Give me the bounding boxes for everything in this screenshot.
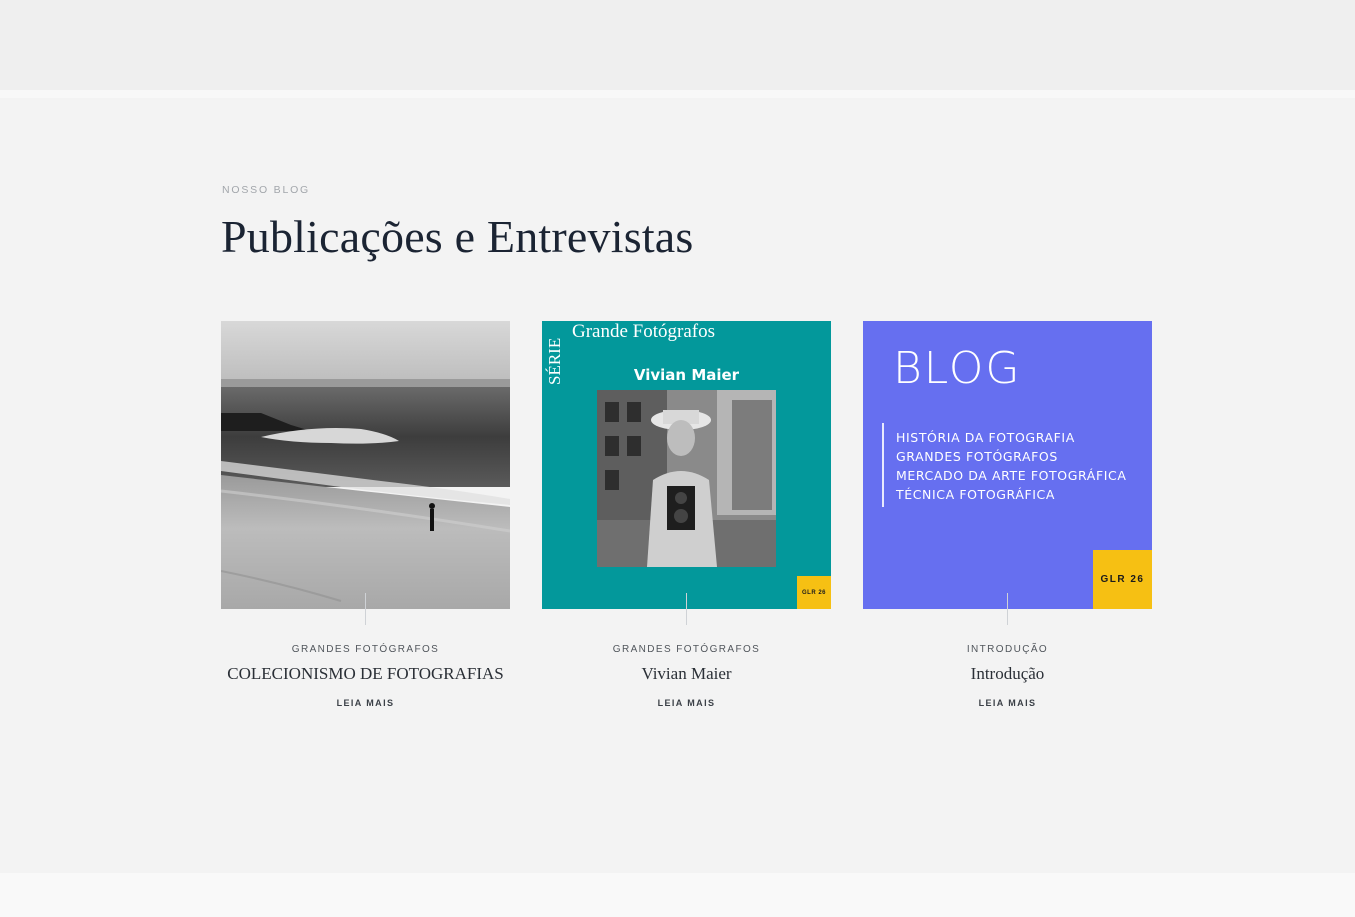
card-category[interactable]: INTRODUÇÃO	[863, 644, 1152, 655]
topic-item: MERCADO DA ARTE FOTOGRÁFICA	[896, 468, 1127, 483]
card-image-vivian-maier[interactable]: SÉRIE Grande Fotógrafos Vivian Maier GLR…	[542, 321, 831, 609]
topics-rule	[882, 423, 884, 507]
topic-item: GRANDES FOTÓGRAFOS	[896, 449, 1058, 464]
beach-photo	[221, 321, 510, 609]
card-image-blog[interactable]: BLOG HISTÓRIA DA FOTOGRAFIA GRANDES FOTÓ…	[863, 321, 1152, 609]
blog-heading: BLOG	[893, 343, 1022, 394]
bottom-band	[0, 873, 1355, 917]
read-more-link[interactable]: LEIA MAIS	[542, 698, 831, 708]
card-title[interactable]: COLECIONISMO DE FOTOGRAFIAS	[221, 664, 510, 684]
top-band	[0, 0, 1355, 90]
blog-card-1[interactable]: GRANDES FOTÓGRAFOS COLECIONISMO DE FOTOG…	[221, 321, 510, 708]
card-category[interactable]: GRANDES FOTÓGRAFOS	[542, 644, 831, 655]
card-stem	[686, 593, 687, 625]
card-title[interactable]: Vivian Maier	[542, 664, 831, 684]
topic-item: HISTÓRIA DA FOTOGRAFIA	[896, 430, 1075, 445]
read-more-link[interactable]: LEIA MAIS	[863, 698, 1152, 708]
blog-card-3[interactable]: BLOG HISTÓRIA DA FOTOGRAFIA GRANDES FOTÓ…	[863, 321, 1152, 708]
blog-card-2[interactable]: SÉRIE Grande Fotógrafos Vivian Maier GLR…	[542, 321, 831, 708]
card-image-beach[interactable]	[221, 321, 510, 609]
section-eyebrow: NOSSO BLOG	[222, 184, 311, 196]
read-more-link[interactable]: LEIA MAIS	[221, 698, 510, 708]
topic-list: HISTÓRIA DA FOTOGRAFIA GRANDES FOTÓGRAFO…	[896, 428, 1127, 504]
card-title[interactable]: Introdução	[863, 664, 1152, 684]
section-title: Publicações e Entrevistas	[221, 211, 694, 262]
card-stem	[365, 593, 366, 625]
badge-glr26: GLR 26	[797, 576, 831, 609]
card-category[interactable]: GRANDES FOTÓGRAFOS	[221, 644, 510, 655]
subject-name: Vivian Maier	[633, 366, 740, 384]
card-stem	[1007, 593, 1008, 625]
series-title: Grande Fotógrafos	[572, 321, 715, 342]
section-divider	[0, 90, 1355, 98]
topic-item: TÉCNICA FOTOGRÁFICA	[896, 487, 1056, 502]
badge-glr26: GLR 26	[1093, 550, 1152, 609]
portrait-photo	[597, 390, 776, 567]
